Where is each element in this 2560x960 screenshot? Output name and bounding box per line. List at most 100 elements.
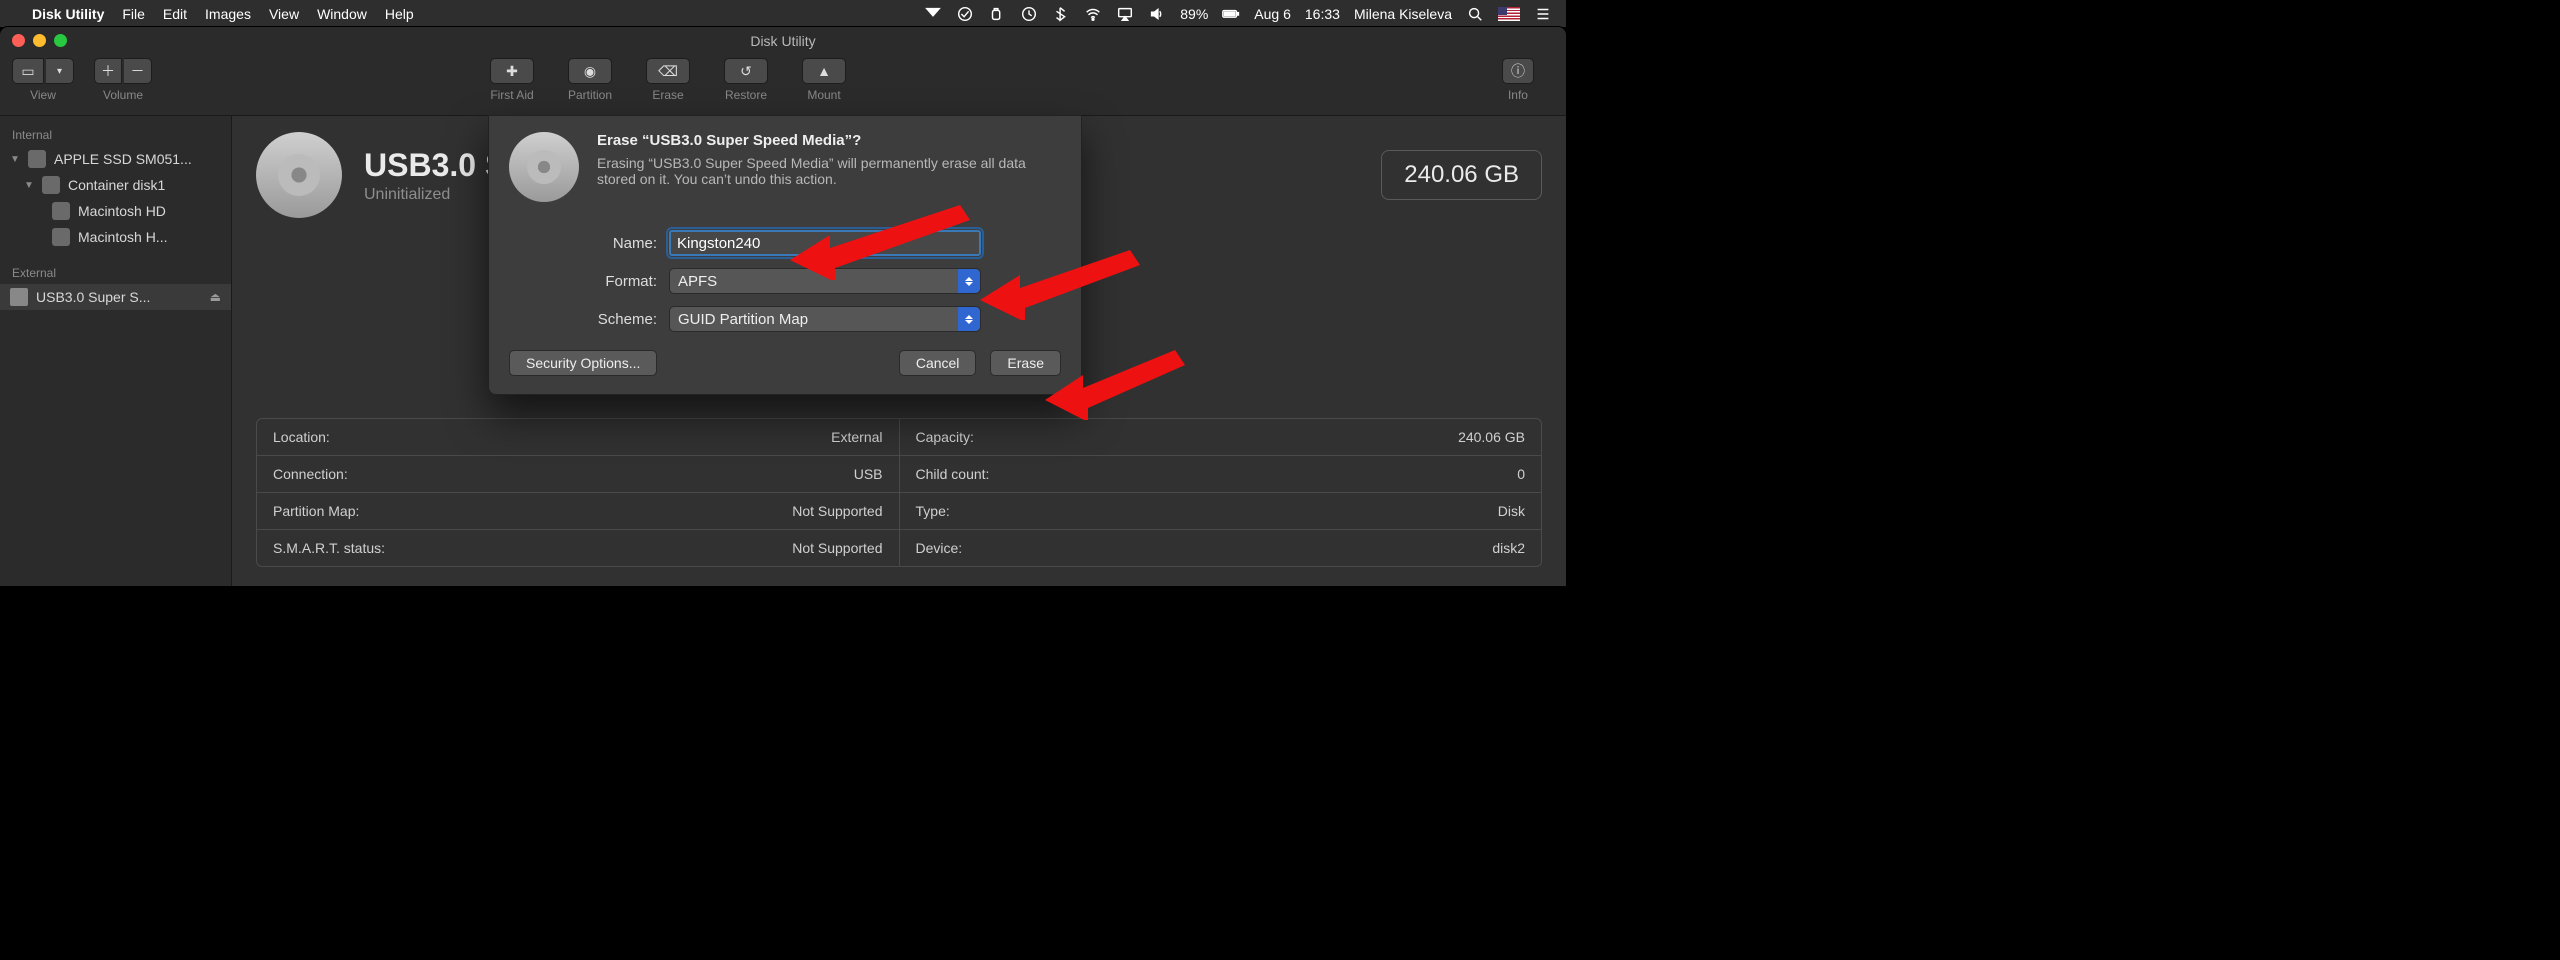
remove-volume-button[interactable]: －: [124, 58, 152, 84]
toolbar-view-group: ▭ ▾ View: [12, 58, 74, 102]
macos-menubar: Disk Utility File Edit Images View Windo…: [0, 0, 1566, 27]
window-zoom-button[interactable]: [54, 34, 67, 47]
toolbar-volume-label: Volume: [103, 88, 143, 102]
battery-percent[interactable]: 89%: [1180, 6, 1208, 22]
sidebar: Internal ▼ APPLE SSD SM051... ▼ Containe…: [0, 116, 232, 586]
info-label: Info: [1508, 88, 1528, 102]
info-value: USB: [854, 466, 883, 482]
menubar-date[interactable]: Aug 6: [1254, 6, 1291, 22]
security-options-button[interactable]: Security Options...: [509, 350, 657, 376]
notification-icon[interactable]: [924, 5, 942, 23]
scheme-select[interactable]: GUID Partition Map: [669, 306, 981, 332]
sidebar-item-label: Macintosh HD: [78, 203, 166, 219]
chevron-updown-icon: [958, 307, 980, 331]
mount-label: Mount: [807, 88, 840, 102]
info-button[interactable]: ⓘ: [1502, 58, 1534, 84]
sidebar-item-macintosh-hd-data[interactable]: Macintosh H...: [0, 224, 231, 250]
restore-label: Restore: [725, 88, 767, 102]
power-icon[interactable]: [988, 5, 1006, 23]
first-aid-label: First Aid: [490, 88, 533, 102]
view-options-button[interactable]: ▾: [46, 58, 74, 84]
avast-icon[interactable]: [956, 5, 974, 23]
info-key: Device:: [916, 540, 963, 556]
disk-info-right: Capacity:240.06 GB Child count:0 Type:Di…: [900, 419, 1542, 566]
info-key: Connection:: [273, 466, 348, 482]
cancel-button[interactable]: Cancel: [899, 350, 977, 376]
wifi-icon[interactable]: [1084, 5, 1102, 23]
timemachine-icon[interactable]: [1020, 5, 1038, 23]
menu-help[interactable]: Help: [385, 6, 414, 22]
menubar-user[interactable]: Milena Kiseleva: [1354, 6, 1452, 22]
name-field[interactable]: [669, 230, 981, 256]
format-select[interactable]: APFS: [669, 268, 981, 294]
sidebar-toggle-button[interactable]: ▭: [12, 58, 44, 84]
add-volume-button[interactable]: ＋: [94, 58, 122, 84]
menu-edit[interactable]: Edit: [163, 6, 187, 22]
volume-icon: [52, 202, 70, 220]
spotlight-icon[interactable]: [1466, 5, 1484, 23]
menubar-time[interactable]: 16:33: [1305, 6, 1340, 22]
airplay-icon[interactable]: [1116, 5, 1134, 23]
erase-sheet-title: Erase “USB3.0 Super Speed Media”?: [597, 132, 1047, 149]
window-titlebar: Disk Utility: [0, 27, 1566, 54]
eject-icon[interactable]: ⏏: [210, 290, 221, 304]
sidebar-item-macintosh-hd[interactable]: Macintosh HD: [0, 198, 231, 224]
window-traffic-lights: [12, 34, 67, 47]
info-value: Disk: [1498, 503, 1525, 519]
info-value: 240.06 GB: [1458, 429, 1525, 445]
menu-view[interactable]: View: [269, 6, 299, 22]
menu-file[interactable]: File: [122, 6, 145, 22]
toolbar-center: ✚ First Aid ◉ Partition ⌫ Erase ↺ Restore ▲ M…: [490, 58, 866, 102]
bluetooth-icon[interactable]: [1052, 5, 1070, 23]
info-value: Not Supported: [792, 503, 882, 519]
external-disk-icon: [10, 288, 28, 306]
disclosure-triangle-icon[interactable]: ▼: [10, 154, 20, 165]
info-value: External: [831, 429, 882, 445]
window-close-button[interactable]: [12, 34, 25, 47]
sidebar-item-container-disk1[interactable]: ▼ Container disk1: [0, 172, 231, 198]
window-minimize-button[interactable]: [33, 34, 46, 47]
internal-disk-icon: [28, 150, 46, 168]
disclosure-triangle-icon[interactable]: ▼: [24, 180, 34, 191]
sidebar-item-label: USB3.0 Super S...: [36, 289, 150, 305]
info-value: 0: [1517, 466, 1525, 482]
format-field-label: Format:: [509, 273, 669, 290]
battery-icon[interactable]: [1222, 5, 1240, 23]
erase-confirm-button[interactable]: Erase: [990, 350, 1061, 376]
name-field-label: Name:: [509, 235, 669, 252]
scheme-select-value: GUID Partition Map: [678, 311, 808, 328]
menu-images[interactable]: Images: [205, 6, 251, 22]
sidebar-header-internal: Internal: [0, 122, 231, 146]
sidebar-item-usb3-super-speed[interactable]: USB3.0 Super S... ⏏: [0, 284, 231, 310]
disk-subtitle: Uninitialized: [364, 186, 506, 204]
info-key: Location:: [273, 429, 330, 445]
chevron-updown-icon: [958, 269, 980, 293]
restore-button[interactable]: ↺: [724, 58, 768, 84]
partition-label: Partition: [568, 88, 612, 102]
menu-window[interactable]: Window: [317, 6, 367, 22]
erase-button[interactable]: ⌫: [646, 58, 690, 84]
notification-center-icon[interactable]: [1534, 5, 1552, 23]
sidebar-item-label: APPLE SSD SM051...: [54, 151, 192, 167]
partition-button[interactable]: ◉: [568, 58, 612, 84]
volume-icon: [52, 228, 70, 246]
erase-disk-icon: [509, 132, 579, 202]
container-icon: [42, 176, 60, 194]
toolbar-volume-group: ＋ － Volume: [94, 58, 152, 102]
input-source-flag-icon[interactable]: [1498, 7, 1520, 21]
disk-info-box: Location: External Connection: USB Partiti…: [256, 418, 1542, 567]
volume-icon[interactable]: [1148, 5, 1166, 23]
mount-button[interactable]: ▲: [802, 58, 846, 84]
sidebar-item-label: Container disk1: [68, 177, 165, 193]
window-title: Disk Utility: [0, 33, 1566, 49]
info-key: Partition Map:: [273, 503, 359, 519]
first-aid-button[interactable]: ✚: [490, 58, 534, 84]
erase-label: Erase: [652, 88, 683, 102]
menubar-status-area: 89% Aug 6 16:33 Milena Kiseleva: [924, 5, 1566, 23]
format-select-value: APFS: [678, 273, 717, 290]
capacity-pill: 240.06 GB: [1381, 150, 1542, 200]
toolbar: ▭ ▾ View ＋ － Volume ✚ First Aid ◉ Partitio…: [0, 54, 1566, 116]
sidebar-item-apple-ssd[interactable]: ▼ APPLE SSD SM051...: [0, 146, 231, 172]
disk-info-left: Location: External Connection: USB Partiti…: [257, 419, 900, 566]
app-name[interactable]: Disk Utility: [32, 6, 104, 22]
